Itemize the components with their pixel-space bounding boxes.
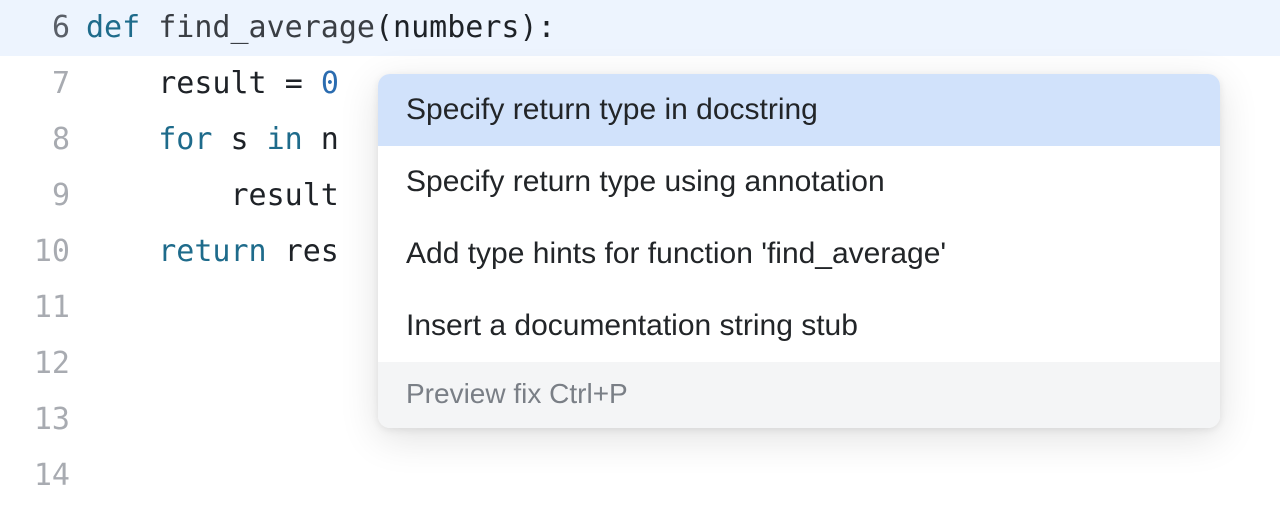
line-number: 13 bbox=[0, 392, 86, 448]
intention-action-item[interactable]: Add type hints for function 'find_averag… bbox=[378, 218, 1220, 290]
line-number: 9 bbox=[0, 168, 86, 224]
code-content[interactable]: for s in n bbox=[86, 112, 339, 168]
code-token bbox=[140, 10, 158, 45]
intention-action-item[interactable]: Specify return type using annotation bbox=[378, 146, 1220, 218]
code-token: 0 bbox=[321, 66, 339, 101]
code-content[interactable]: result = 0 bbox=[86, 56, 339, 112]
line-number: 14 bbox=[0, 448, 86, 504]
line-number: 8 bbox=[0, 112, 86, 168]
line-number: 6 bbox=[0, 0, 86, 56]
code-token: = bbox=[285, 66, 321, 101]
line-number: 10 bbox=[0, 224, 86, 280]
code-token bbox=[86, 122, 158, 157]
code-content[interactable]: return res bbox=[86, 224, 339, 280]
code-content[interactable]: def find_average(numbers): bbox=[86, 0, 556, 56]
code-token: res bbox=[267, 234, 339, 269]
code-token: result bbox=[86, 178, 339, 213]
code-token: (numbers): bbox=[375, 10, 556, 45]
line-number: 12 bbox=[0, 336, 86, 392]
code-token: return bbox=[158, 234, 266, 269]
line-number: 7 bbox=[0, 56, 86, 112]
intention-action-item[interactable]: Specify return type in docstring bbox=[378, 74, 1220, 146]
code-line[interactable]: 6def find_average(numbers): bbox=[0, 0, 1280, 56]
line-number: 11 bbox=[0, 280, 86, 336]
intention-actions-popup: Specify return type in docstringSpecify … bbox=[378, 74, 1220, 428]
code-token: in bbox=[267, 122, 303, 157]
code-token: s bbox=[212, 122, 266, 157]
popup-footer-hint: Preview fix Ctrl+P bbox=[378, 362, 1220, 428]
code-line[interactable]: 14 bbox=[0, 448, 1280, 504]
code-token bbox=[86, 234, 158, 269]
code-token: find_average bbox=[158, 10, 375, 45]
code-content[interactable]: result bbox=[86, 168, 339, 224]
intention-action-item[interactable]: Insert a documentation string stub bbox=[378, 290, 1220, 362]
code-token: result bbox=[86, 66, 285, 101]
code-token: def bbox=[86, 10, 140, 45]
code-token: n bbox=[303, 122, 339, 157]
code-token: for bbox=[158, 122, 212, 157]
